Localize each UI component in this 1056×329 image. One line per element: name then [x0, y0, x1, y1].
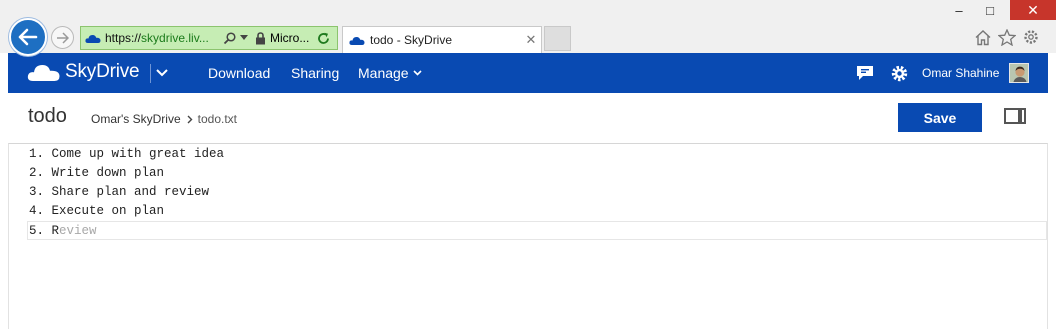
settings-gear-icon[interactable] [1021, 27, 1041, 47]
nav-manage-label: Manage [358, 65, 409, 81]
save-button[interactable]: Save [898, 103, 982, 132]
tab-title: todo - SkyDrive [370, 33, 453, 47]
chevron-down-icon[interactable] [154, 63, 170, 83]
skydrive-cloud-icon [27, 65, 60, 81]
skydrive-app-bar: SkyDrive Download Sharing Manage Omar Sh… [8, 53, 1048, 93]
breadcrumb: Omar's SkyDrive todo.txt [91, 112, 237, 126]
user-name[interactable]: Omar Shahine [922, 66, 999, 80]
browser-chrome: – □ ✕ https://skydrive.liv... Micro... t… [0, 0, 1056, 56]
typed-text: 5. R [29, 224, 60, 238]
tab-close-button[interactable]: ✕ [521, 32, 541, 48]
forward-arrow-icon [57, 31, 69, 44]
window-minimize-button[interactable]: – [945, 0, 973, 20]
breadcrumb-current: todo.txt [197, 112, 237, 126]
address-url: https://skydrive.liv... [105, 31, 217, 45]
forward-button[interactable] [51, 26, 74, 49]
window-maximize-button[interactable]: □ [976, 0, 1004, 20]
editor-line: 1. Come up with great idea [29, 147, 225, 161]
skydrive-logo[interactable]: SkyDrive [27, 61, 140, 83]
nav-manage[interactable]: Manage [358, 65, 422, 81]
address-url-domain: skydrive.liv... [141, 31, 209, 45]
address-url-scheme: https:// [105, 31, 142, 45]
lock-icon[interactable] [255, 31, 266, 45]
favorites-star-icon[interactable] [997, 27, 1017, 47]
brand-divider [150, 64, 151, 83]
skydrive-favicon-icon [85, 34, 101, 43]
skydrive-favicon-icon [349, 36, 365, 45]
dropdown-icon[interactable] [240, 35, 248, 41]
details-pane-icon[interactable] [1004, 108, 1026, 124]
editor-line: 3. Share plan and review [29, 185, 210, 199]
new-tab-button[interactable] [544, 26, 571, 51]
breadcrumb-root[interactable]: Omar's SkyDrive [91, 112, 181, 126]
avatar[interactable] [1009, 63, 1029, 83]
refresh-icon[interactable] [317, 32, 330, 45]
nav-sharing[interactable]: Sharing [291, 65, 339, 81]
browser-tab[interactable]: todo - SkyDrive ✕ [342, 26, 542, 53]
editor-active-line[interactable]: 5. Review [27, 221, 1047, 240]
brand-name: SkyDrive [65, 61, 140, 82]
back-arrow-icon [18, 28, 38, 46]
autocomplete-suggestion: eview [59, 224, 97, 238]
address-bar[interactable]: https://skydrive.liv... Micro... [80, 26, 338, 50]
window-close-button[interactable]: ✕ [1010, 0, 1056, 20]
editor-line: 2. Write down plan [29, 166, 165, 180]
search-icon[interactable] [223, 31, 237, 45]
editor-line: 4. Execute on plan [29, 204, 165, 218]
settings-gear-icon[interactable] [889, 63, 909, 83]
nav-download[interactable]: Download [208, 65, 270, 81]
chevron-right-icon [187, 115, 193, 124]
back-button[interactable] [9, 18, 47, 56]
chevron-down-icon [413, 70, 422, 76]
home-icon[interactable] [973, 27, 993, 47]
certificate-label[interactable]: Micro... [270, 31, 314, 45]
messaging-icon[interactable] [855, 63, 875, 83]
text-editor[interactable]: 1. Come up with great idea 2. Write down… [8, 143, 1048, 329]
page-title: todo [28, 105, 67, 127]
